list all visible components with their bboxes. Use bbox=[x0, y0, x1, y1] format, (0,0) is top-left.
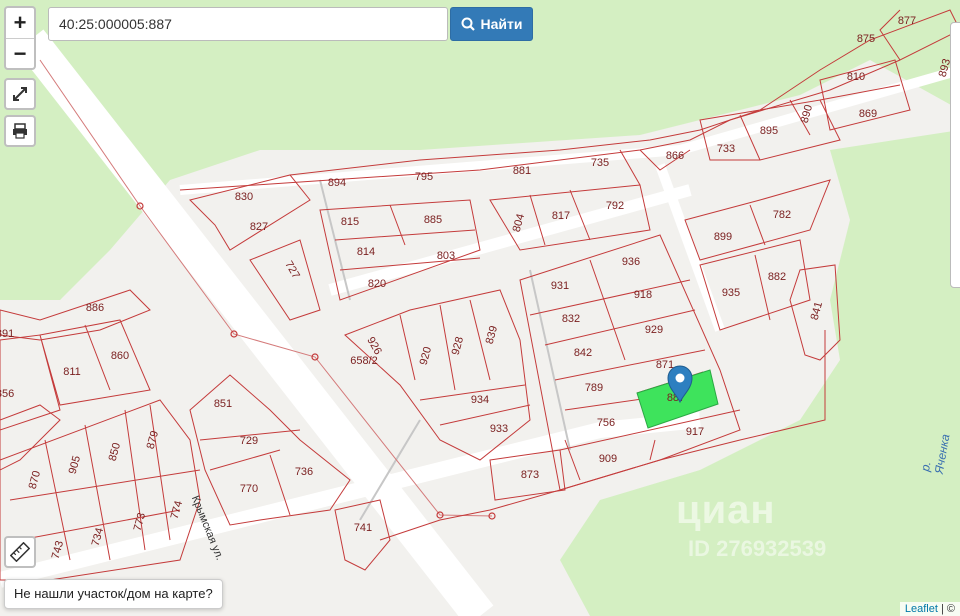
parcel-label: 827 bbox=[250, 221, 268, 233]
parcel-label: 877 bbox=[898, 15, 916, 27]
search-button[interactable]: Найти bbox=[450, 7, 533, 41]
parcel-label: 820 bbox=[368, 278, 386, 290]
parcel-label: 729 bbox=[240, 435, 258, 447]
parcel-label: 741 bbox=[354, 522, 372, 534]
parcel-label: 860 bbox=[111, 350, 129, 362]
parcel-label: 811 bbox=[63, 366, 81, 378]
parcel-label: 782 bbox=[773, 209, 791, 221]
parcel-label: 856 bbox=[0, 388, 14, 400]
not-found-button[interactable]: Не нашли участок/дом на карте? bbox=[4, 579, 223, 609]
parcel-label: 803 bbox=[437, 250, 455, 262]
parcel-label: 894 bbox=[328, 177, 346, 189]
parcel-label: 851 bbox=[214, 398, 232, 410]
measure-button[interactable] bbox=[4, 536, 36, 568]
parcel-label: 866 bbox=[666, 150, 684, 162]
parcel-label: 875 bbox=[857, 33, 875, 45]
parcel-label: 918 bbox=[634, 289, 652, 301]
zoom-control: + − bbox=[4, 6, 36, 70]
parcel-label: 832 bbox=[562, 313, 580, 325]
ruler-icon bbox=[10, 542, 30, 562]
parcel-label: 881 bbox=[513, 165, 531, 177]
parcel-label: 929 bbox=[645, 324, 663, 336]
parcel-label: 842 bbox=[574, 347, 592, 359]
parcel-label: 770 bbox=[240, 483, 258, 495]
leaflet-link[interactable]: Leaflet bbox=[905, 603, 938, 615]
map-attribution: Leaflet | © bbox=[899, 602, 960, 616]
parcel-label: 869 bbox=[859, 108, 877, 120]
parcel-label: 815 bbox=[341, 216, 359, 228]
parcel-label: 814 bbox=[357, 246, 375, 258]
printer-icon bbox=[13, 123, 27, 139]
parcel-label: 789 bbox=[585, 382, 603, 394]
parcel-label: 658/2 bbox=[350, 355, 378, 367]
fullscreen-button[interactable] bbox=[4, 78, 36, 110]
zoom-in-button[interactable]: + bbox=[6, 8, 34, 39]
zoom-out-button[interactable]: − bbox=[6, 39, 34, 69]
parcel-label: 882 bbox=[768, 271, 786, 283]
side-panel-handle[interactable] bbox=[950, 22, 960, 288]
parcel-label: 936 bbox=[622, 256, 640, 268]
parcel-label: 810 bbox=[847, 71, 865, 83]
parcel-label: 735 bbox=[591, 157, 609, 169]
expand-icon bbox=[13, 87, 27, 101]
parcel-label: 792 bbox=[606, 200, 624, 212]
parcel-label: 934 bbox=[471, 394, 489, 406]
search-icon bbox=[461, 17, 475, 31]
parcel-label: 895 bbox=[760, 125, 778, 137]
cadastral-map[interactable]: 877875893810895890 8697338667358817958948… bbox=[0, 0, 960, 616]
search-input[interactable] bbox=[48, 7, 448, 41]
parcel-label: 909 bbox=[599, 453, 617, 465]
parcel-label: 817 bbox=[552, 210, 570, 222]
parcel-label: 931 bbox=[551, 280, 569, 292]
parcel-label: 736 bbox=[295, 466, 313, 478]
parcel-label: 917 bbox=[686, 426, 704, 438]
parcel-label: 885 bbox=[424, 214, 442, 226]
parcel-label: 891 bbox=[0, 328, 14, 340]
parcel-label: 933 bbox=[490, 423, 508, 435]
parcel-label: 795 bbox=[415, 171, 433, 183]
parcel-label: 899 bbox=[714, 231, 732, 243]
watermark-brand: циан bbox=[676, 488, 776, 532]
parcel-label: 886 bbox=[86, 302, 104, 314]
watermark-listing-id: ID 276932539 bbox=[688, 536, 827, 561]
search-button-label: Найти bbox=[480, 16, 523, 32]
print-button[interactable] bbox=[4, 115, 36, 147]
parcel-label: 756 bbox=[597, 417, 615, 429]
parcel-label: 733 bbox=[717, 143, 735, 155]
attribution-copyright: | © bbox=[940, 603, 955, 615]
parcel-label: 873 bbox=[521, 469, 539, 481]
parcel-label: 830 bbox=[235, 191, 253, 203]
parcel-label: 935 bbox=[722, 287, 740, 299]
